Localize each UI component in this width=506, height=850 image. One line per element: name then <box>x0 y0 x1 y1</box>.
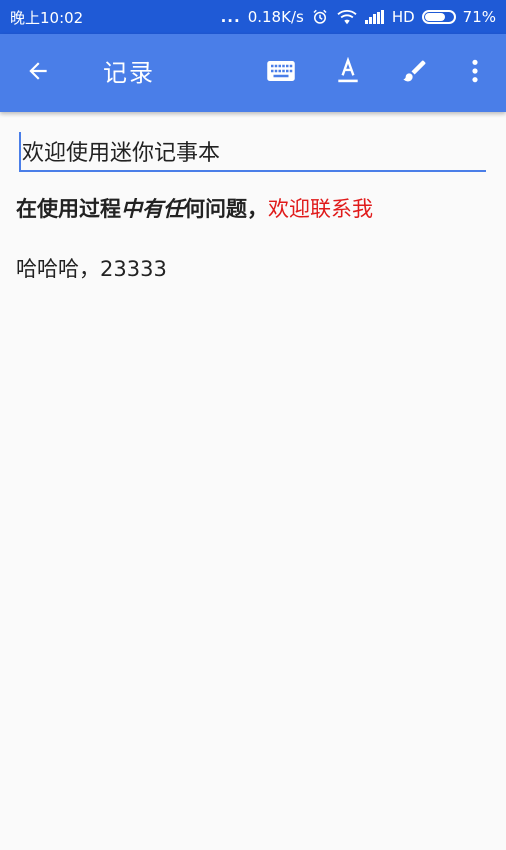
battery-percent: 71% <box>462 8 496 26</box>
brush-button[interactable] <box>395 55 435 91</box>
status-bar: 晚上10:02 ... 0.18K/s HD 71% <box>0 0 506 34</box>
note-body-line-2[interactable]: 哈哈哈，23333 <box>16 254 167 284</box>
brush-icon <box>401 57 429 89</box>
text-format-button[interactable] <box>328 55 368 91</box>
app-bar: 记录 <box>0 34 506 112</box>
more-options-button[interactable] <box>455 55 495 91</box>
more-vert-icon <box>470 58 480 88</box>
keyboard-button[interactable] <box>261 55 301 91</box>
network-type: HD <box>391 8 415 26</box>
note-title-input[interactable] <box>19 132 486 172</box>
battery-icon <box>421 10 456 24</box>
network-speed: 0.18K/s <box>247 8 304 26</box>
body-text-red: 欢迎联系我 <box>268 197 373 221</box>
wifi-icon <box>336 8 358 26</box>
status-time: 晚上10:02 <box>10 8 84 27</box>
page-title: 记录 <box>103 59 155 87</box>
battery-fill <box>424 13 445 21</box>
alarm-icon <box>311 8 329 26</box>
body-text-bold: 在使用过程 <box>16 197 121 221</box>
note-body-line-1[interactable]: 在使用过程中有任何问题，欢迎联系我 <box>16 194 373 224</box>
text-format-icon <box>335 56 361 89</box>
back-button[interactable] <box>18 55 58 91</box>
signal-icon <box>364 10 385 24</box>
body-text-bold-italic: 中有任 <box>121 197 184 221</box>
body-text-bold-2: 何问题， <box>184 197 268 221</box>
status-right-group: ... 0.18K/s HD 71% <box>221 8 496 26</box>
arrow-back-icon <box>25 58 51 88</box>
status-dots: ... <box>220 8 241 26</box>
keyboard-icon <box>266 58 296 88</box>
